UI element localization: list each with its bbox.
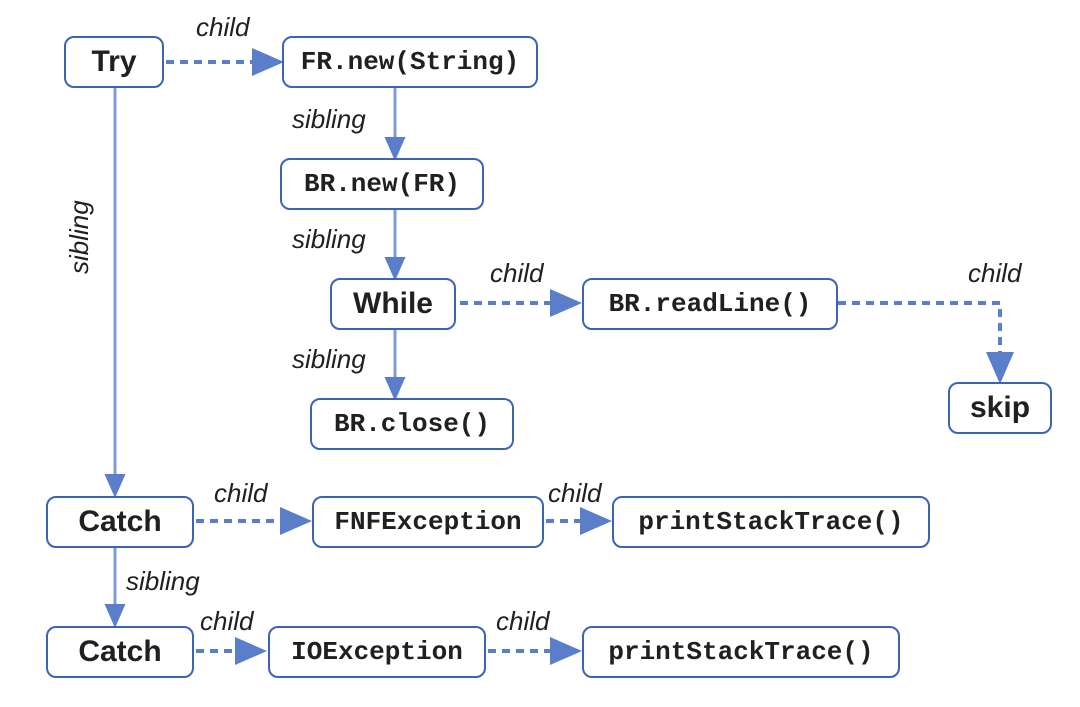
node-br-close-label: BR.close() [334,409,490,439]
edge-label-try-frnew: child [196,12,249,43]
edge-label-catch1-catch2: sibling [126,566,200,597]
edge-label-brnew-while: sibling [292,224,366,255]
node-while: While [330,278,456,330]
edge-label-ioex-pst2: child [496,606,549,637]
edge-label-readline-skip: child [968,258,1021,289]
node-printstacktrace-2: printStackTrace() [582,626,900,678]
node-printstacktrace-1-label: printStackTrace() [638,507,903,537]
node-try-label: Try [91,45,136,79]
node-fnfexception-label: FNFException [334,507,521,537]
node-ioexception: IOException [268,626,486,678]
node-br-readline: BR.readLine() [582,278,838,330]
node-fnfexception: FNFException [312,496,544,548]
edge-label-fnf-pst1: child [548,478,601,509]
edge-label-try-catch1: sibling [64,200,95,274]
edge-label-while-readline: child [490,258,543,289]
node-printstacktrace-1: printStackTrace() [612,496,930,548]
node-while-label: While [353,287,433,321]
node-skip-label: skip [970,391,1030,425]
node-catch-1: Catch [46,496,194,548]
edge-label-while-brclose: sibling [292,344,366,375]
node-ioexception-label: IOException [291,637,463,667]
node-catch-1-label: Catch [78,505,161,539]
node-fr-new-label: FR.new(String) [301,47,519,77]
node-br-readline-label: BR.readLine() [609,289,812,319]
node-skip: skip [948,382,1052,434]
node-catch-2: Catch [46,626,194,678]
node-br-close: BR.close() [310,398,514,450]
edge-label-catch1-fnf: child [214,478,267,509]
edge-label-frnew-brnew: sibling [292,104,366,135]
edge-label-catch2-ioex: child [200,606,253,637]
node-catch-2-label: Catch [78,635,161,669]
node-fr-new: FR.new(String) [282,36,538,88]
node-printstacktrace-2-label: printStackTrace() [608,637,873,667]
node-br-new-label: BR.new(FR) [304,169,460,199]
node-br-new: BR.new(FR) [280,158,484,210]
diagram-arrows [0,0,1080,707]
node-try: Try [64,36,164,88]
